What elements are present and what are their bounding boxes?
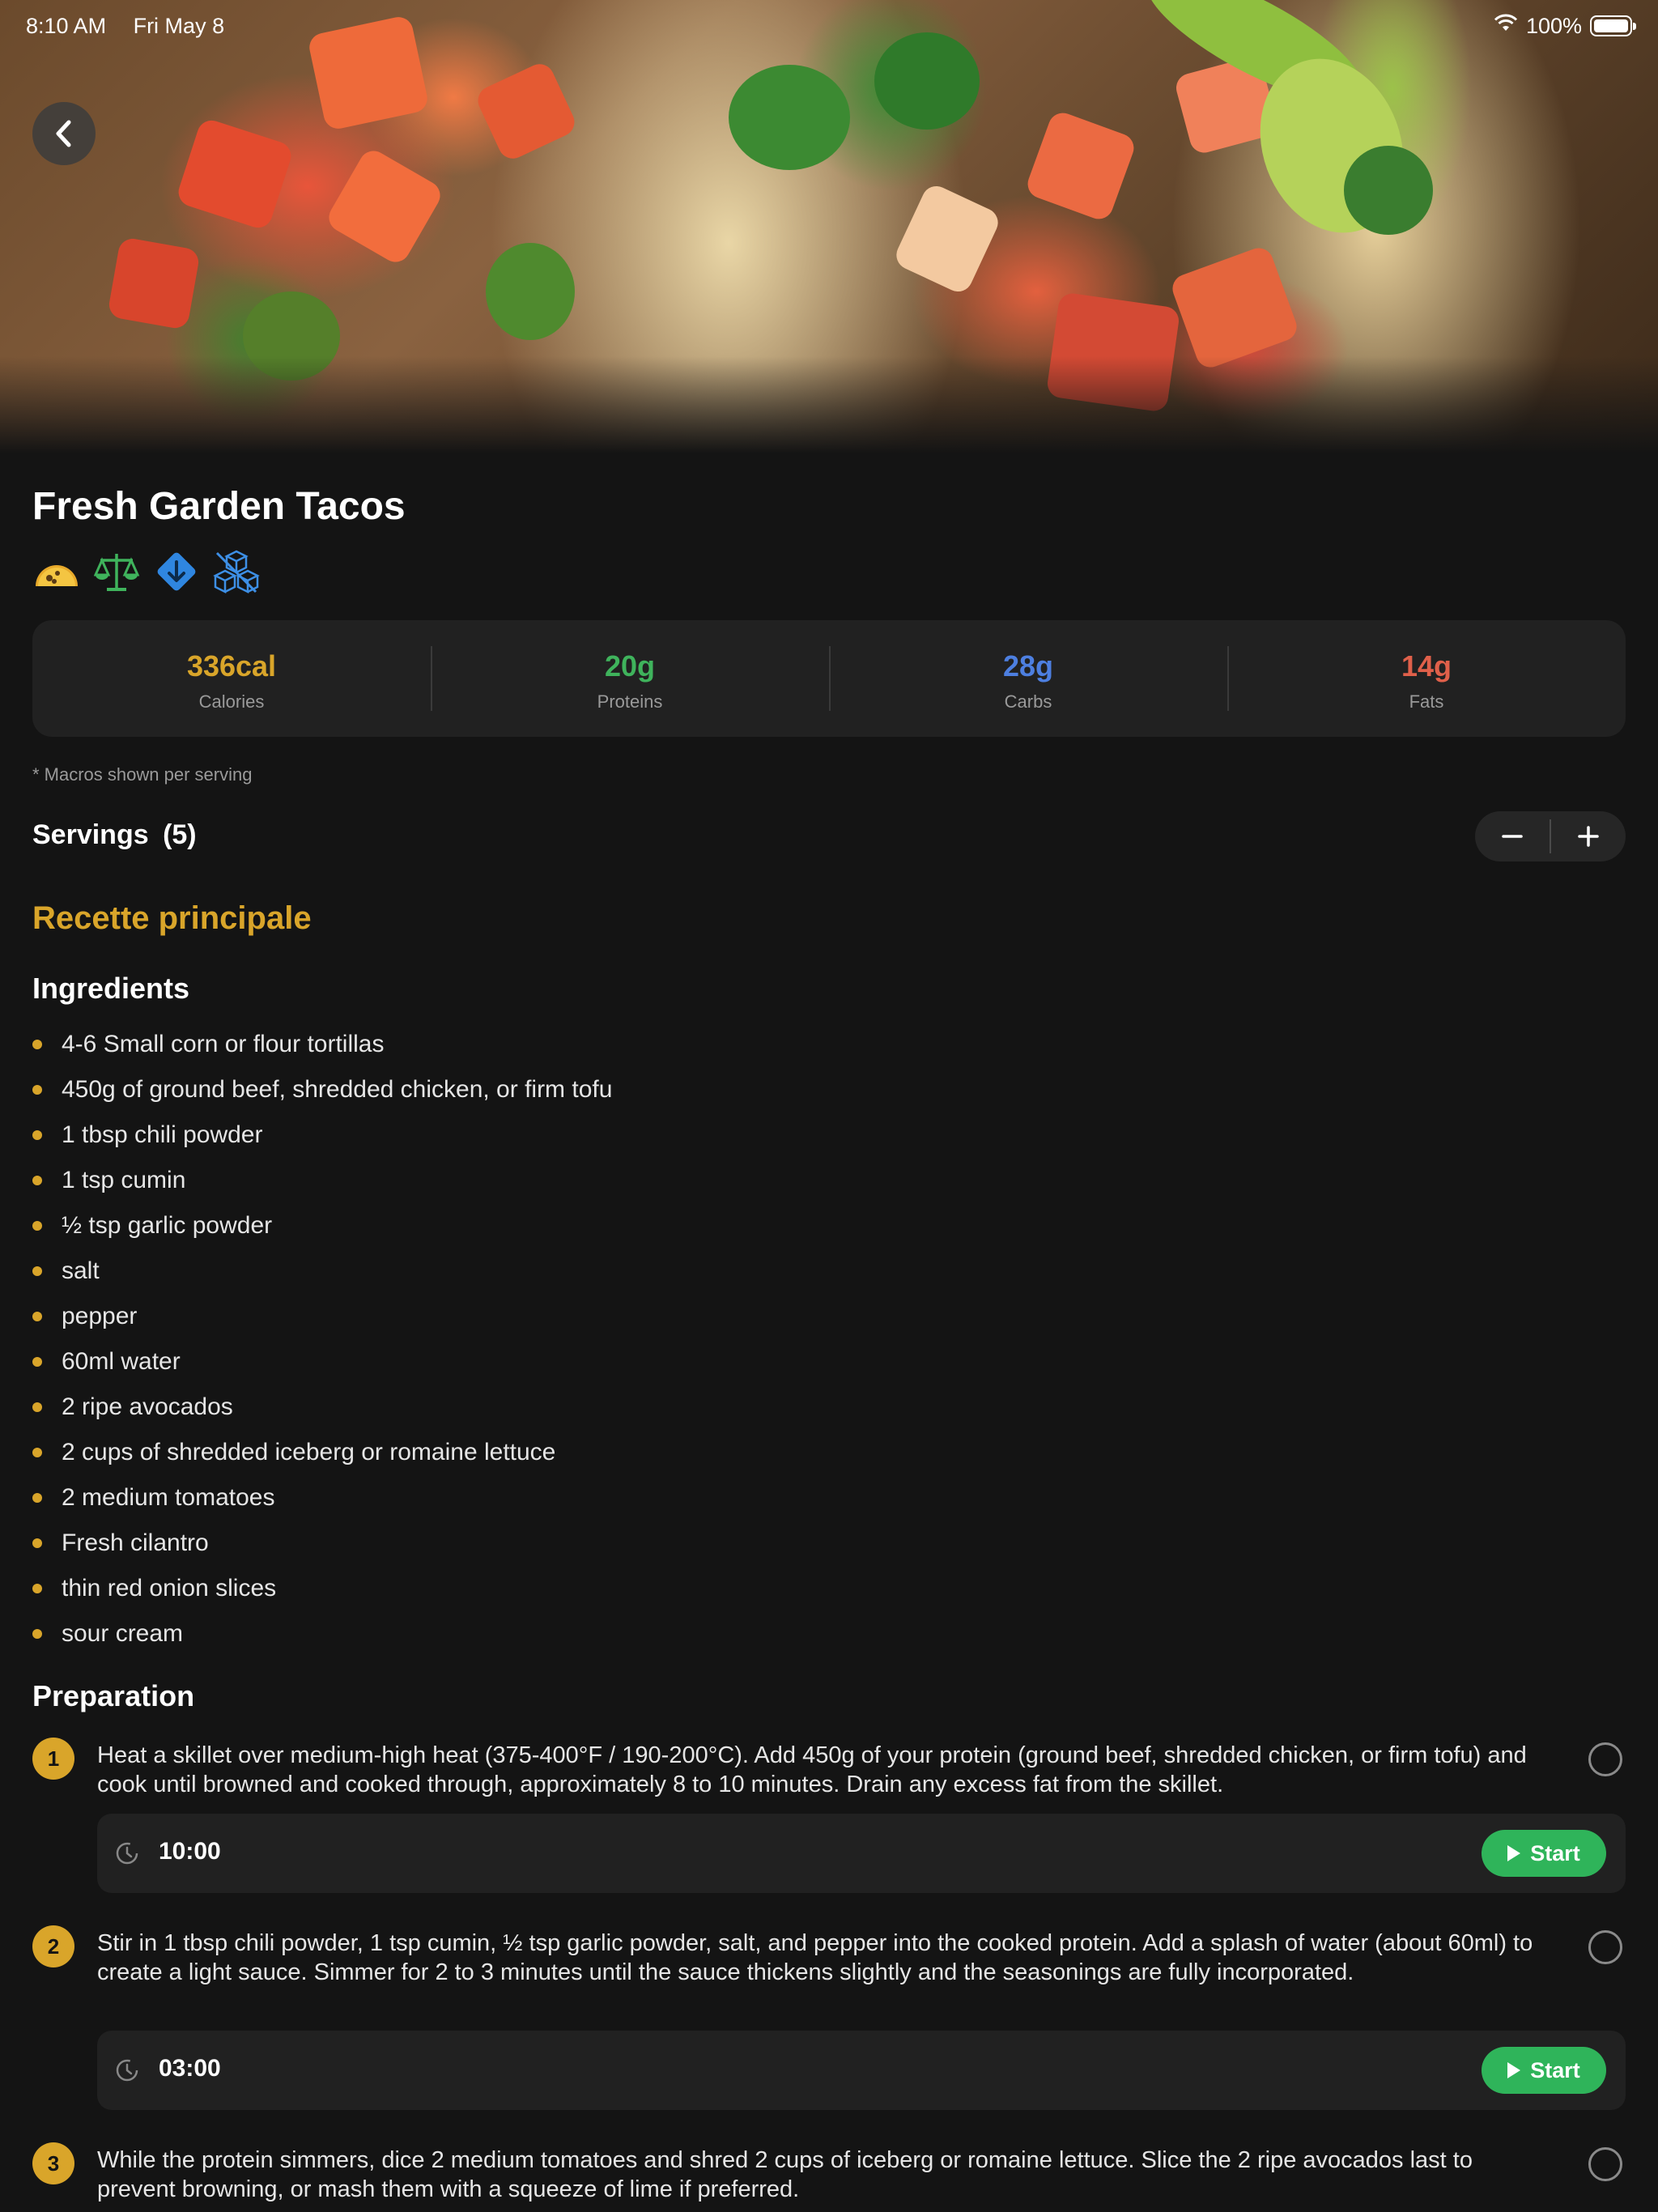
start-label: Start [1530, 2057, 1580, 2082]
recipe-hero-image [0, 0, 1658, 453]
step-complete-checkbox[interactable] [1588, 1742, 1622, 1776]
macro-value: 28g [1002, 649, 1054, 683]
step-number: 3 [32, 2142, 74, 2184]
recipe-tags [32, 547, 261, 596]
step-complete-checkbox[interactable] [1588, 2147, 1622, 2181]
minus-icon [1502, 835, 1523, 838]
servings-text: Servings [32, 819, 149, 850]
plus-icon [1578, 826, 1599, 847]
macro-label: Carbs [1004, 691, 1052, 712]
battery-percent: 100% [1525, 13, 1582, 38]
timer-value: 03:00 [159, 2055, 221, 2082]
macro-value: 20g [604, 649, 656, 683]
list-item: 2 ripe avocados [32, 1385, 612, 1430]
decrease-servings-button[interactable] [1475, 811, 1550, 861]
list-item: 2 cups of shredded iceberg or romaine le… [32, 1430, 612, 1475]
step-number: 2 [32, 1925, 74, 1967]
timer-value: 10:00 [159, 1838, 221, 1865]
start-timer-button[interactable]: Start [1482, 2047, 1606, 2094]
timer-icon [116, 2059, 138, 2082]
macro-fats: 14g Fats [1227, 646, 1626, 712]
list-item: 4-6 Small corn or flour tortillas [32, 1022, 612, 1067]
step-text: While the protein simmers, dice 2 medium… [97, 2147, 1473, 2202]
balance-scale-icon [92, 547, 141, 596]
status-date: Fri May 8 [133, 13, 225, 38]
list-item: salt [32, 1249, 612, 1294]
macro-note: * Macros shown per serving [32, 764, 253, 785]
wifi-icon [1494, 14, 1518, 39]
macro-calories: 336cal Calories [32, 646, 431, 712]
macros-card: 336cal Calories 20g Proteins 28g Carbs 1… [32, 620, 1626, 737]
preparation-step: 2 Stir in 1 tbsp chili powder, 1 tsp cum… [32, 1925, 1626, 2112]
macro-label: Fats [1409, 691, 1444, 712]
servings-stepper [1475, 811, 1626, 861]
list-item: 1 tbsp chili powder [32, 1112, 612, 1158]
macro-label: Calories [198, 691, 265, 712]
cubes-icon [212, 547, 261, 596]
list-item: sour cream [32, 1611, 612, 1657]
list-item: 2 medium tomatoes [32, 1475, 612, 1521]
recipe-title: Fresh Garden Tacos [32, 485, 406, 528]
increase-servings-button[interactable] [1551, 811, 1626, 861]
list-item: Fresh cilantro [32, 1521, 612, 1566]
play-icon [1507, 2062, 1521, 2078]
servings-label: Servings (5) [32, 819, 197, 851]
step-complete-checkbox[interactable] [1588, 1930, 1622, 1964]
down-arrow-diamond-icon [152, 547, 201, 596]
preparation-step: 1 Heat a skillet over medium-high heat (… [32, 1738, 1626, 1899]
play-icon [1507, 1845, 1521, 1861]
macro-label: Proteins [597, 691, 663, 712]
list-item: ½ tsp garlic powder [32, 1203, 612, 1249]
preparation-title: Preparation [32, 1679, 195, 1712]
list-item: 1 tsp cumin [32, 1158, 612, 1203]
macro-value: 14g [1401, 649, 1452, 683]
list-item: thin red onion slices [32, 1566, 612, 1611]
timer-icon [116, 1842, 138, 1865]
servings-count: (5) [163, 819, 197, 850]
status-bar: 8:10 AM Fri May 8 100% [26, 11, 1636, 40]
back-button[interactable] [32, 102, 96, 165]
taco-icon [32, 547, 81, 596]
step-text: Stir in 1 tbsp chili powder, 1 tsp cumin… [97, 1930, 1533, 1985]
list-item: pepper [32, 1294, 612, 1339]
preparation-step: 3 While the protein simmers, dice 2 medi… [32, 2142, 1626, 2207]
ingredients-list: 4-6 Small corn or flour tortillas 450g o… [32, 1022, 612, 1657]
step-timer: 10:00 Start [97, 1814, 1626, 1893]
battery-icon [1590, 15, 1636, 36]
list-item: 450g of ground beef, shredded chicken, o… [32, 1067, 612, 1112]
step-text: Heat a skillet over medium-high heat (37… [97, 1742, 1527, 1797]
step-number: 1 [32, 1738, 74, 1780]
macro-carbs: 28g Carbs [829, 646, 1227, 712]
status-time: 8:10 AM [26, 13, 107, 38]
start-label: Start [1530, 1840, 1580, 1865]
macro-proteins: 20g Proteins [431, 646, 829, 712]
ingredients-title: Ingredients [32, 972, 190, 1005]
macro-value: 336cal [186, 649, 277, 683]
step-timer: 03:00 Start [97, 2031, 1626, 2110]
chevron-left-icon [56, 120, 71, 147]
list-item: 60ml water [32, 1339, 612, 1385]
start-timer-button[interactable]: Start [1482, 1830, 1606, 1877]
section-title: Recette principale [32, 900, 312, 936]
